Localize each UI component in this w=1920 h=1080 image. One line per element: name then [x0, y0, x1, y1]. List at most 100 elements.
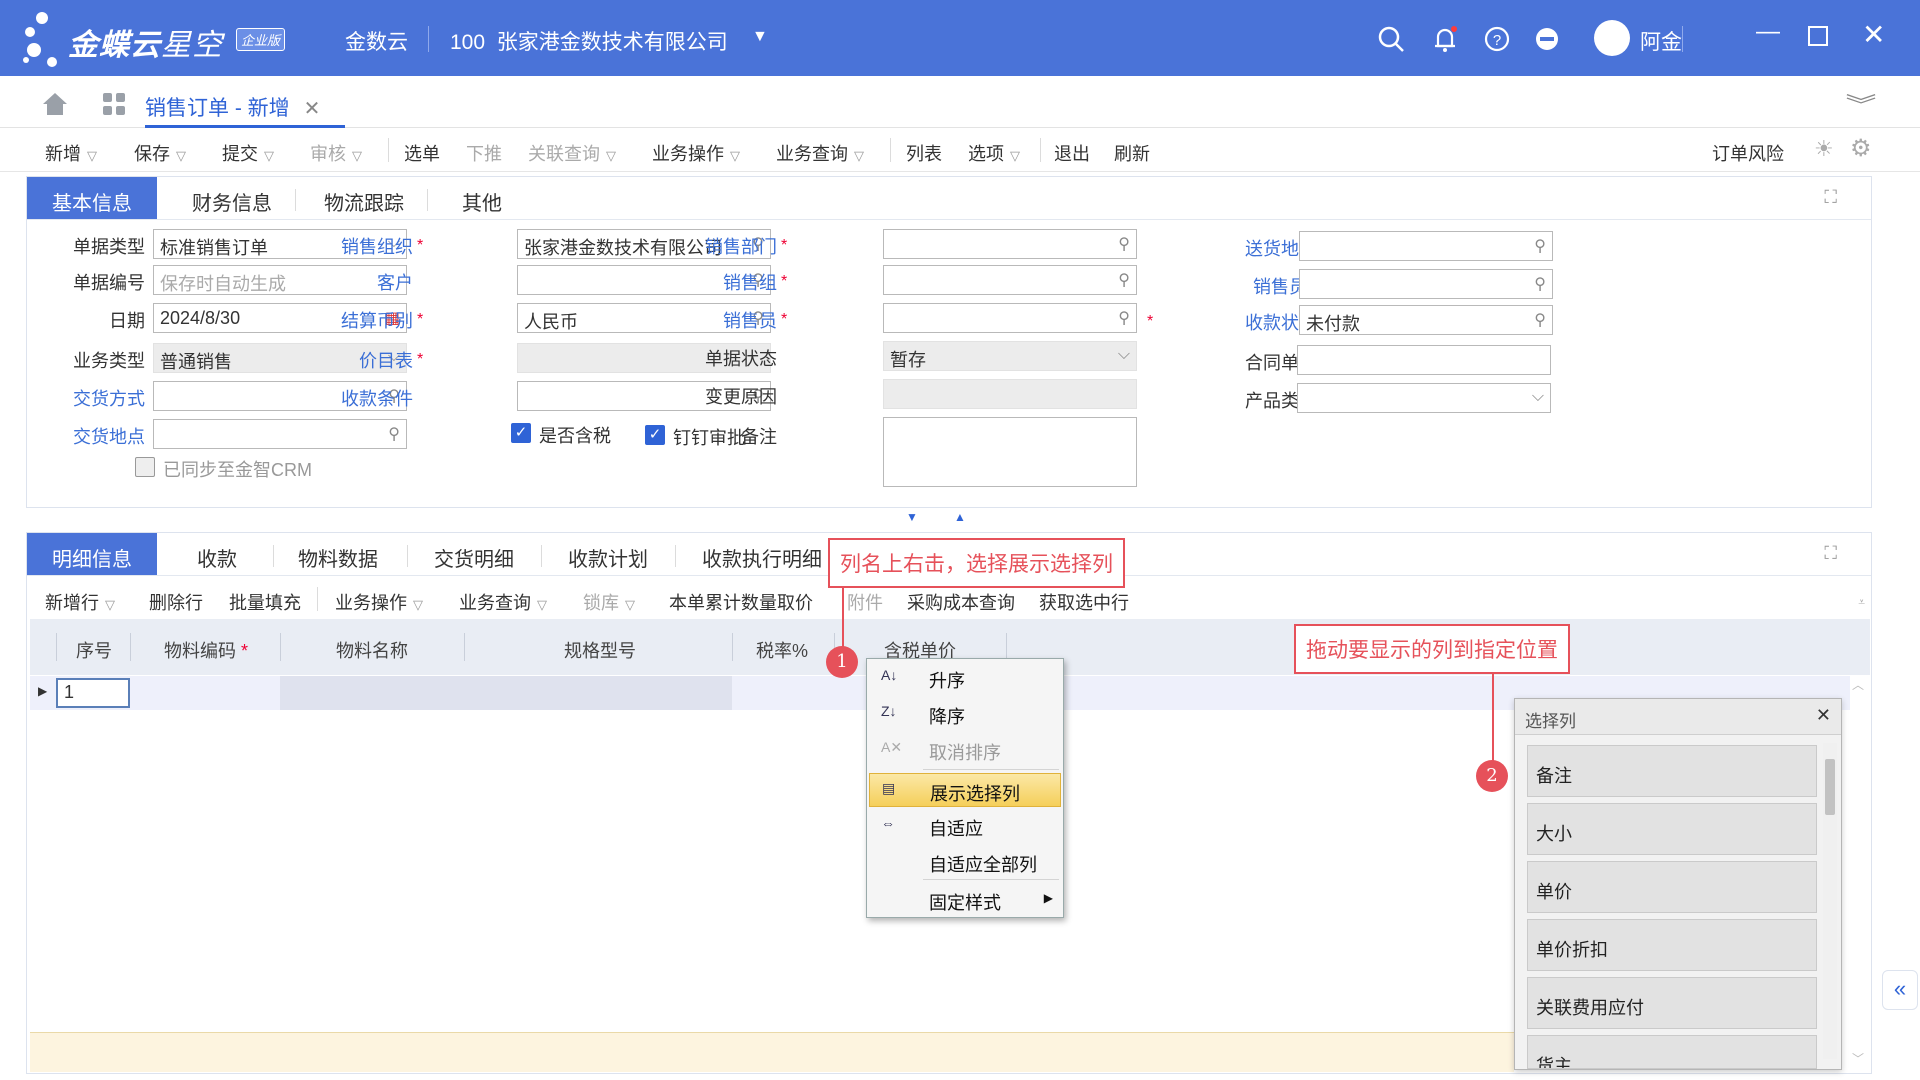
- tax-included-checkbox[interactable]: ✓: [511, 423, 531, 443]
- detail-cumulative-price[interactable]: 本单累计数量取价: [669, 589, 813, 615]
- toolbar-options[interactable]: 选项 ▽: [968, 140, 1020, 166]
- collapse-down-icon[interactable]: ▼: [906, 510, 918, 524]
- contract-no-input[interactable]: [1297, 345, 1551, 375]
- expand-icon[interactable]: ⛶: [1824, 187, 1837, 208]
- toolbar-business-ops[interactable]: 业务操作 ▽: [652, 140, 740, 166]
- label-payment-terms[interactable]: 收款条件: [293, 385, 413, 411]
- seq-cell[interactable]: 1: [56, 678, 130, 708]
- label-sales-org[interactable]: 销售组织: [293, 233, 413, 259]
- ship-address-input[interactable]: ⚲: [1299, 231, 1553, 261]
- detail-lock-stock[interactable]: 锁库 ▽: [583, 589, 635, 615]
- label-delivery-place[interactable]: 交货地点: [25, 423, 145, 449]
- bell-icon[interactable]: [1430, 24, 1460, 54]
- collapse-chevron-icon[interactable]: ︾: [1846, 88, 1877, 120]
- label-currency[interactable]: 结算币别: [293, 307, 413, 333]
- search-icon[interactable]: ⚲: [1534, 236, 1546, 256]
- maximize-icon[interactable]: [1808, 26, 1828, 46]
- remark-textarea[interactable]: [883, 417, 1137, 487]
- product-type-select[interactable]: ⌵: [1297, 383, 1551, 413]
- tab-sales-order-new[interactable]: 销售订单 - 新增 ✕: [145, 76, 345, 128]
- tab-other[interactable]: 其他: [437, 177, 527, 219]
- search-icon[interactable]: ⚲: [1118, 270, 1130, 290]
- menu-item-sort-desc[interactable]: Z↓ 降序: [869, 697, 1061, 731]
- toolbar-business-query[interactable]: 业务查询 ▽: [776, 140, 864, 166]
- close-icon[interactable]: ✕: [1862, 18, 1885, 51]
- toolbar-more-icon[interactable]: ⩡: [1858, 595, 1865, 610]
- scroll-down-icon[interactable]: ﹀: [1852, 1050, 1864, 1067]
- toolbar-audit[interactable]: 审核 ▽: [310, 140, 362, 166]
- side-panel-toggle-icon[interactable]: «: [1882, 970, 1918, 1010]
- apps-grid-icon[interactable]: [102, 92, 126, 116]
- label-delivery-method[interactable]: 交货方式: [25, 385, 145, 411]
- toolbar-select-doc[interactable]: 选单: [404, 140, 440, 166]
- detail-add-row[interactable]: 新增行 ▽: [45, 589, 115, 615]
- scroll-up-icon[interactable]: ︿: [1852, 676, 1864, 693]
- toolbar-push-down[interactable]: 下推: [466, 140, 502, 166]
- delivery-place-input[interactable]: ⚲: [153, 419, 407, 449]
- col-header-material-code[interactable]: 物料编码 *: [164, 637, 248, 663]
- tab-delivery-detail[interactable]: 交货明细: [419, 533, 529, 575]
- minimize-icon[interactable]: —: [1756, 18, 1780, 46]
- menu-item-fixed-style[interactable]: 固定样式 ▶: [869, 883, 1061, 917]
- scrollbar-thumb[interactable]: [1825, 759, 1835, 815]
- tab-collection-exec[interactable]: 收款执行明细: [687, 533, 837, 575]
- detail-batch-fill[interactable]: 批量填充: [229, 589, 301, 615]
- toolbar-save[interactable]: 保存 ▽: [134, 140, 186, 166]
- chooser-item-price-discount[interactable]: 单价折扣: [1527, 919, 1817, 971]
- collapse-up-icon[interactable]: ▲: [954, 510, 966, 524]
- spec-cell[interactable]: [464, 676, 732, 710]
- toolbar-order-risk[interactable]: 订单风险: [1712, 140, 1784, 166]
- product-name[interactable]: 金数云: [345, 26, 408, 56]
- close-icon[interactable]: ✕: [1816, 705, 1831, 726]
- collect-status-input[interactable]: 未付款 ⚲: [1299, 305, 1553, 335]
- tab-collection-plan[interactable]: 收款计划: [553, 533, 663, 575]
- col-header-spec[interactable]: 规格型号: [564, 637, 636, 663]
- chooser-item-unit-price[interactable]: 单价: [1527, 861, 1817, 913]
- search-icon[interactable]: ⚲: [1118, 308, 1130, 328]
- label-sales-dept[interactable]: 销售部门: [657, 233, 777, 259]
- detail-get-selected-rows[interactable]: 获取选中行: [1039, 589, 1129, 615]
- detail-delete-row[interactable]: 删除行: [149, 589, 203, 615]
- minus-circle-icon[interactable]: [1532, 24, 1562, 54]
- label-salesman[interactable]: 销售员: [657, 307, 777, 333]
- chooser-title-bar[interactable]: 选择列 ✕: [1515, 699, 1841, 735]
- detail-business-ops[interactable]: 业务操作 ▽: [335, 589, 423, 615]
- chooser-item-related-fee[interactable]: 关联费用应付: [1527, 977, 1817, 1029]
- salesman2-input[interactable]: ⚲: [1299, 269, 1553, 299]
- detail-attachment[interactable]: 附件: [847, 589, 883, 615]
- sales-dept-input[interactable]: ⚲: [883, 229, 1137, 259]
- salesman-input[interactable]: ⚲: [883, 303, 1137, 333]
- tab-basic-info[interactable]: 基本信息: [27, 177, 157, 219]
- avatar[interactable]: [1594, 20, 1630, 56]
- theme-sun-icon[interactable]: ☀: [1814, 136, 1834, 162]
- user-name[interactable]: 阿金: [1640, 26, 1682, 56]
- company-selector[interactable]: 100 张家港金数技术有限公司: [450, 26, 728, 56]
- menu-item-autofit-all[interactable]: 自适应全部列: [869, 845, 1061, 879]
- toolbar-related-query[interactable]: 关联查询 ▽: [528, 140, 616, 166]
- chooser-item-size[interactable]: 大小: [1527, 803, 1817, 855]
- chooser-item-remark[interactable]: 备注: [1527, 745, 1817, 797]
- label-sales-group[interactable]: 销售组: [657, 269, 777, 295]
- search-icon[interactable]: [1376, 24, 1406, 54]
- menu-item-cancel-sort[interactable]: A✕ 取消排序: [869, 733, 1061, 767]
- menu-item-autofit[interactable]: ⇔ 自适应: [869, 809, 1061, 843]
- toolbar-new[interactable]: 新增 ▽: [45, 140, 97, 166]
- menu-item-sort-asc[interactable]: A↓ 升序: [869, 661, 1061, 695]
- label-customer[interactable]: 客户: [293, 269, 413, 295]
- search-icon[interactable]: ⚲: [1534, 310, 1546, 330]
- col-header-seq[interactable]: 序号: [76, 637, 112, 663]
- gear-icon[interactable]: ⚙: [1850, 134, 1872, 163]
- company-dropdown-icon[interactable]: ▼: [752, 28, 768, 46]
- toolbar-submit[interactable]: 提交 ▽: [222, 140, 274, 166]
- chooser-scrollbar[interactable]: [1823, 743, 1837, 1059]
- toolbar-list[interactable]: 列表: [906, 140, 942, 166]
- chooser-item-owner[interactable]: 货主: [1527, 1035, 1817, 1069]
- col-header-material-name[interactable]: 物料名称: [336, 637, 408, 663]
- crm-sync-checkbox[interactable]: [135, 457, 155, 477]
- toolbar-refresh[interactable]: 刷新: [1114, 140, 1150, 166]
- search-icon[interactable]: ⚲: [1118, 234, 1130, 254]
- search-icon[interactable]: ⚲: [1534, 274, 1546, 294]
- material-name-cell[interactable]: [280, 676, 464, 710]
- toolbar-exit[interactable]: 退出: [1054, 140, 1090, 166]
- help-icon[interactable]: ?: [1482, 24, 1512, 54]
